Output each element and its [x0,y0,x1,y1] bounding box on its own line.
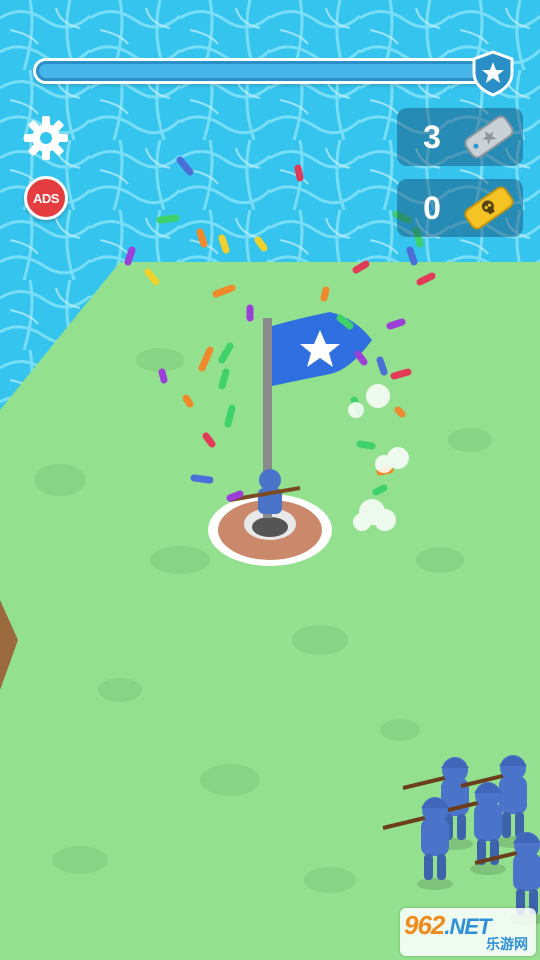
confetti-piece [226,490,244,502]
remove-ads-button[interactable]: ADS [24,176,68,220]
confetti-piece [354,350,368,366]
level-progress-bar [33,58,488,84]
confetti-piece [190,474,214,484]
confetti-piece [158,368,168,384]
confetti-piece [224,404,236,428]
confetti-piece [406,246,418,266]
confetti-piece [182,394,194,408]
watermark-number: 962 [404,910,445,940]
confetti-piece [218,234,230,254]
watermark-brand: 962.NET [404,910,492,941]
level-progress-fill [39,64,478,78]
watermark-logo: 962.NET 乐游网 [400,908,536,956]
skull-ticket-icon [464,186,514,230]
shield-star-icon [472,50,514,97]
skull-ticket-count: 0 [423,190,441,226]
watermark-subtitle: 乐游网 [486,936,528,952]
confetti-piece [356,440,376,450]
confetti-piece [390,368,412,380]
confetti-piece [386,318,406,330]
remove-ads-label: ADS [33,190,59,206]
confetti-piece [202,432,216,448]
confetti-piece [320,286,330,302]
skull-ticket-counter: 0 [397,179,523,237]
confetti-piece [124,246,136,266]
confetti-piece [394,406,406,418]
confetti-piece [218,368,230,390]
confetti-piece [254,236,268,252]
confetti-piece [376,356,388,376]
confetti-piece [196,228,208,248]
confetti-piece [372,484,388,496]
silver-ticket-counter: 3 [397,108,523,166]
watermark-suffix: .NET [444,914,491,939]
silver-ticket-count: 3 [423,119,441,155]
silver-ticket-icon [464,115,514,159]
confetti-piece [156,214,180,224]
gear-icon[interactable] [22,114,70,162]
confetti-piece [294,164,304,182]
